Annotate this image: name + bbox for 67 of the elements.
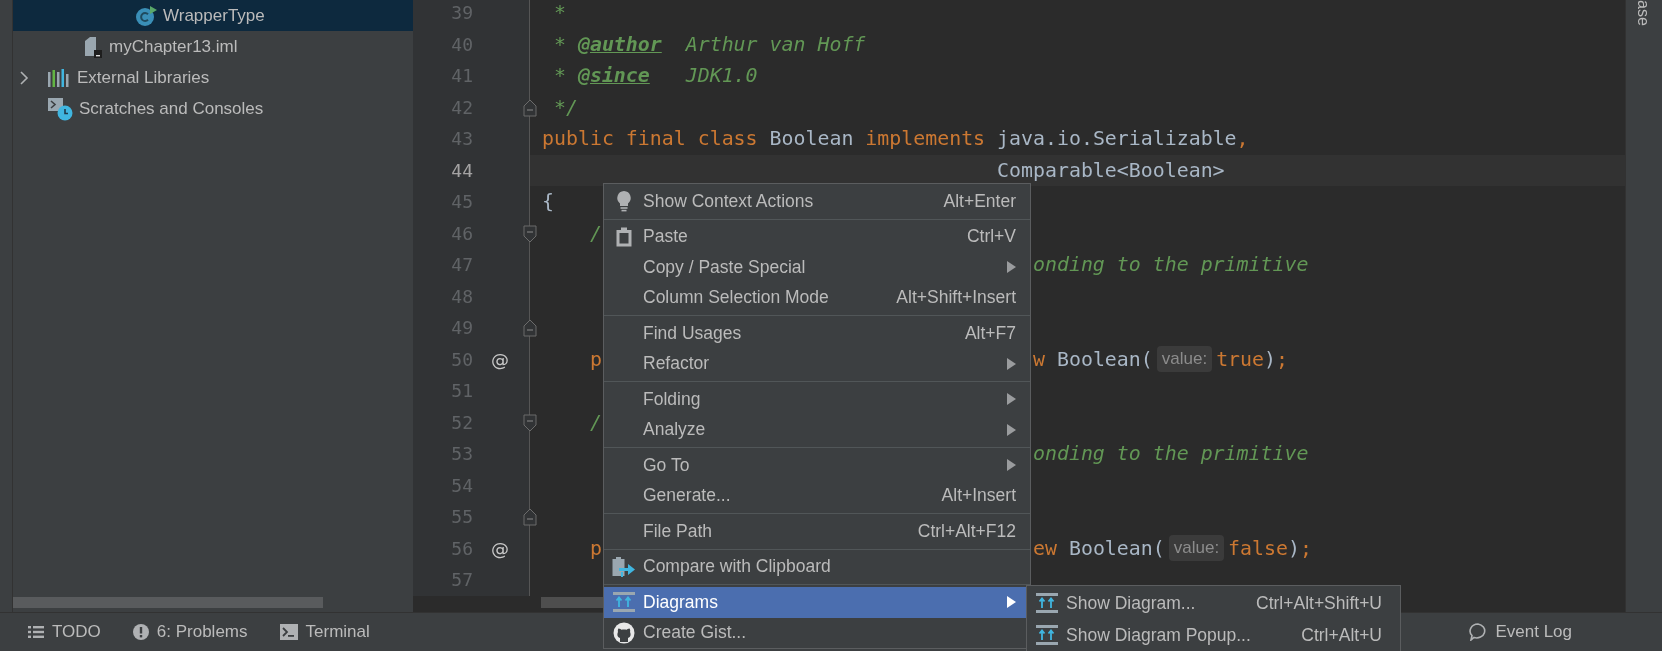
inlay-hint: value: [1168,535,1225,562]
code-text: Comparable<Boolean> [997,157,1225,184]
code-text: p [589,346,602,373]
terminal-icon [279,624,298,640]
menu-item[interactable]: Folding [604,384,1030,415]
tool-window-button[interactable]: 6: Problems [132,618,258,646]
menu-item[interactable]: Copy / Paste Special [604,252,1030,283]
menu-item[interactable]: Analyze [604,414,1030,445]
fold-icon[interactable] [523,224,537,243]
code-text: p [589,535,602,562]
tree-item[interactable]: External Libraries [13,62,413,93]
menu-item[interactable]: Column Selection Mode Alt+Shift+Insert [604,282,1030,313]
menu-item[interactable]: Go To [604,450,1030,481]
speech-bubble-icon [1469,623,1488,641]
code-text: true); [1216,346,1288,373]
tree-item[interactable]: WrapperType [13,0,413,31]
diagram-icon [1036,625,1058,645]
code-text: onding to the primitive [1033,252,1309,278]
tool-window-button[interactable]: TODO [28,618,111,646]
tree-item[interactable]: Scratches and Consoles [13,93,413,124]
menu-item[interactable]: Show Context Actions Alt+Enter [604,186,1030,217]
line-number: 44 [450,159,473,181]
code-text: ew Boolean( [1033,535,1165,562]
tool-window-button[interactable]: Terminal [279,618,380,646]
menu-item[interactable]: Generate... Alt+Insert [604,480,1030,511]
tool-window-tab[interactable]: ase [1634,0,1652,26]
scratches-icon [47,96,73,121]
code-text: * @since JDK1.0 [554,63,758,89]
scrollbar[interactable] [13,597,323,608]
code-text: * @author Arthur van Hoff [554,31,866,58]
menu-item[interactable]: Show Diagram Popup... Ctrl+Alt+U [1027,619,1400,651]
fold-icon[interactable] [523,319,537,337]
compare-icon [612,555,636,578]
event-log-button[interactable]: Event Log [1469,618,1582,646]
menu-item[interactable]: File Path Ctrl+Alt+F12 [604,516,1030,547]
code-text: / [589,220,602,247]
override-marker[interactable]: @ [491,348,509,370]
code-text: */ [554,94,578,121]
code-text: false); [1228,535,1312,562]
menu-item[interactable]: Show Diagram... Ctrl+Alt+Shift+U [1027,587,1400,619]
warning-icon [132,624,149,640]
list-icon [28,625,44,639]
code-text: w Boolean( [1033,346,1153,373]
menu-item[interactable]: Paste Ctrl+V [604,221,1030,252]
fold-icon[interactable] [523,413,537,432]
clipboard-icon [616,226,632,247]
code-text: / [589,409,602,436]
menu-item[interactable]: Create Gist... [604,617,1030,648]
fold-icon[interactable] [523,98,537,117]
menu-item[interactable]: Refactor [604,348,1030,379]
code-text: onding to the primitive [1033,441,1309,467]
lightbulb-icon [616,190,632,213]
github-icon [613,621,635,644]
override-marker[interactable]: @ [491,537,509,559]
class-icon [135,4,157,27]
chevron-icon[interactable] [19,70,29,85]
diagram-icon [613,592,635,613]
code-text: public final class Boolean implements java.io.Serializable, [542,126,1249,152]
menu-item[interactable]: Compare with Clipboard [604,551,1030,582]
tree-item[interactable]: myChapter13.iml [13,31,413,62]
code-text: { [542,189,554,215]
inlay-hint: value: [1156,346,1213,373]
fold-icon[interactable] [523,508,537,526]
libraries-icon [47,67,71,88]
diagram-icon [1036,593,1058,613]
code-text: * [554,0,566,26]
menu-item[interactable]: Find Usages Alt+F7 [604,318,1030,349]
